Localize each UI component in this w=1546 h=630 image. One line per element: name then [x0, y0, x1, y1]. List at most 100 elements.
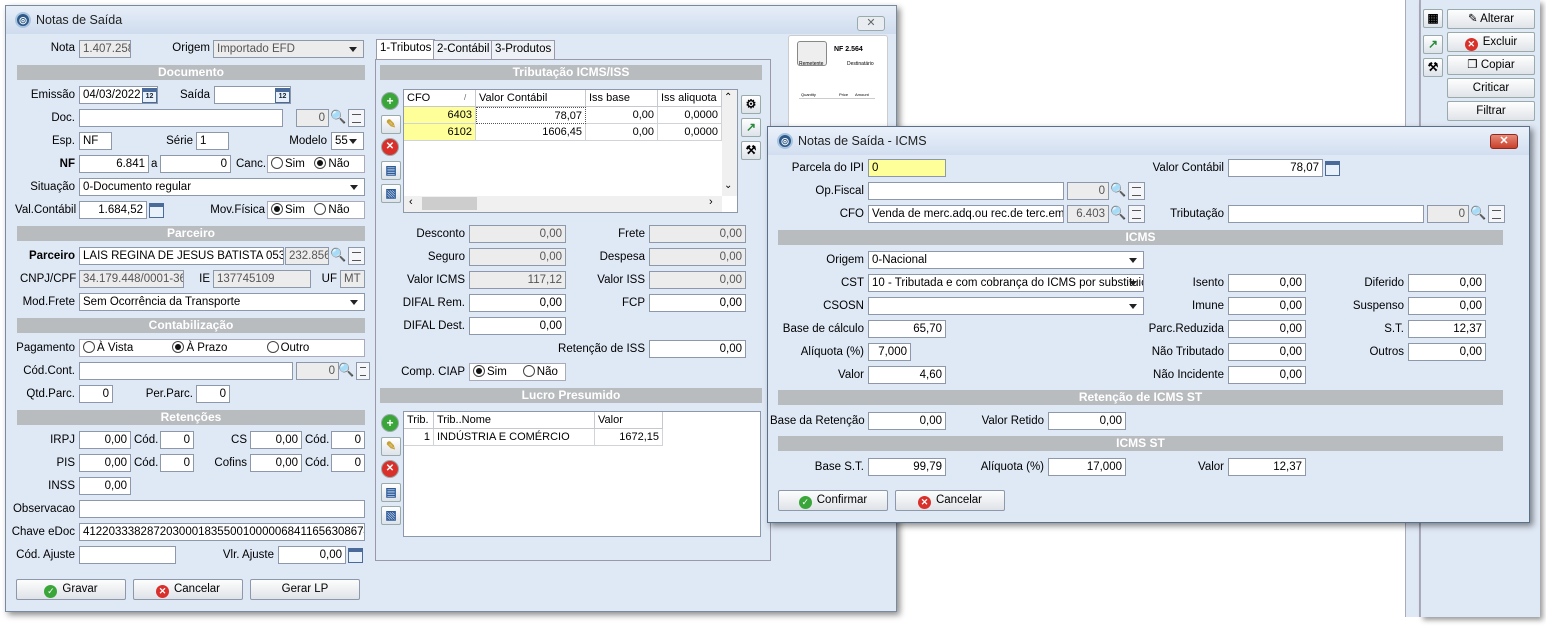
valor-contabil-field[interactable]: 78,07 [1228, 159, 1323, 177]
grid-cell-iss-base[interactable]: 0,00 [586, 107, 658, 124]
cnpj-field[interactable]: 34.179.448/0001-36 [79, 270, 184, 288]
movfisica-nao-radio[interactable] [314, 203, 327, 215]
settings-icon[interactable]: ⚙ [741, 95, 761, 114]
grid-view-icon[interactable]: ▦ [1423, 9, 1443, 28]
difal-rem-field[interactable]: 0,00 [469, 294, 566, 312]
chevron-down-icon[interactable]: ⌄ [724, 180, 732, 191]
calendar-icon[interactable]: 12 [142, 88, 157, 103]
parc-reduzida-field[interactable]: 0,00 [1228, 320, 1306, 338]
alterar-button[interactable]: ✎ Alterar [1447, 9, 1535, 29]
lucro-header-trib[interactable]: Trib. [404, 412, 434, 429]
gravar-button[interactable]: ✓ Gravar [16, 579, 126, 600]
observacao-field[interactable] [79, 500, 365, 518]
imune-field[interactable]: 0,00 [1228, 297, 1306, 315]
irpj-field[interactable]: 0,00 [79, 431, 131, 449]
grid-cell-iss-aliq[interactable]: 0,0000 [658, 124, 722, 141]
delete-icon[interactable]: ✕ [381, 460, 399, 478]
difal-dest-field[interactable]: 0,00 [469, 317, 566, 335]
nao-tributado-field[interactable]: 0,00 [1228, 343, 1306, 361]
grid-cell-iss-aliq[interactable]: 0,0000 [658, 107, 722, 124]
search-icon[interactable]: 🔍 [330, 109, 347, 127]
table-icon[interactable]: ▤ [381, 161, 401, 180]
calculator-icon[interactable] [1325, 161, 1340, 176]
pag-outro-radio[interactable] [266, 341, 279, 353]
list-icon[interactable] [348, 109, 365, 127]
grid-header-valor[interactable]: Valor Contábil [476, 90, 586, 107]
grid-cell-valor[interactable]: 78,07 [476, 107, 586, 124]
calendar-icon[interactable]: 12 [275, 88, 290, 103]
form-icon[interactable]: ▧ [381, 184, 401, 203]
base-st-field[interactable]: 99,79 [868, 458, 946, 476]
search-icon[interactable]: 🔍 [338, 362, 355, 380]
parcela-ipi-field[interactable]: 0 [868, 159, 946, 177]
search-icon[interactable]: 🔍 [1110, 182, 1127, 200]
canc-nao-radio[interactable] [314, 157, 327, 169]
grid-cell-valor[interactable]: 1606,45 [476, 124, 586, 141]
edit-icon[interactable]: ✎ [381, 437, 401, 456]
origem-select[interactable]: Importado EFD [213, 40, 364, 58]
valor-iss-field[interactable]: 0,00 [649, 271, 746, 289]
tool-icon[interactable]: ⚒ [741, 141, 761, 160]
lucro-header-nome[interactable]: Trib..Nome [434, 412, 595, 429]
doc-code-field[interactable]: 0 [296, 109, 329, 127]
grid-cell-cfo[interactable]: 6102 [404, 124, 476, 141]
nf-a-field[interactable]: 0 [160, 155, 231, 173]
cfo-field[interactable]: Venda de merc.adq.ou rec.de terc.em op [868, 205, 1064, 223]
seguro-field[interactable]: 0,00 [469, 248, 566, 266]
valor-field[interactable]: 4,60 [868, 366, 946, 384]
cst-select[interactable]: 10 - Tributada e com cobrança do ICMS po… [868, 274, 1144, 292]
situacao-select[interactable]: 0-Documento regular [79, 178, 365, 196]
aliquota-st-field[interactable]: 17,000 [1048, 458, 1126, 476]
irpj-cod-field[interactable]: 0 [160, 431, 194, 449]
movfisica-sim-radio[interactable] [271, 203, 283, 215]
cofins-field[interactable]: 0,00 [250, 454, 302, 472]
list-icon[interactable] [1128, 182, 1145, 200]
valcontabil-field[interactable]: 1.684,52 [79, 201, 147, 219]
add-icon[interactable]: + [381, 92, 399, 110]
op-fiscal-code-field[interactable]: 0 [1067, 182, 1109, 200]
list-icon[interactable] [348, 247, 365, 265]
pag-aprazo-radio[interactable] [172, 341, 185, 353]
lucro-cell-nome[interactable]: INDÚSTRIA E COMÉRCIO [434, 429, 595, 446]
esp-field[interactable]: NF [79, 132, 112, 150]
search-icon[interactable]: 🔍 [1470, 205, 1487, 223]
canc-sim-radio[interactable] [271, 157, 283, 169]
modelo-select[interactable]: 55 [331, 132, 364, 150]
cs-field[interactable]: 0,00 [250, 431, 302, 449]
inss-field[interactable]: 0,00 [79, 477, 131, 495]
filtrar-button[interactable]: Filtrar [1447, 101, 1535, 121]
retencao-iss-field[interactable]: 0,00 [649, 340, 746, 358]
pis-field[interactable]: 0,00 [79, 454, 131, 472]
aliquota-field[interactable]: 7,000 [868, 343, 911, 361]
copiar-button[interactable]: ❐ Copiar [1447, 55, 1535, 75]
frete-field[interactable]: 0,00 [649, 225, 746, 243]
despesa-field[interactable]: 0,00 [649, 248, 746, 266]
icms-close-button[interactable]: ✕ [1490, 134, 1518, 149]
tributacao-field[interactable] [1228, 205, 1424, 223]
lucro-cell-valor[interactable]: 1672,15 [595, 429, 663, 446]
add-icon[interactable]: + [381, 414, 399, 432]
serie-field[interactable]: 1 [196, 132, 229, 150]
cs-cod-field[interactable]: 0 [331, 431, 365, 449]
list-icon[interactable] [1488, 205, 1505, 223]
diferido-field[interactable]: 0,00 [1408, 274, 1486, 292]
list-icon[interactable] [1128, 205, 1145, 223]
origem-select[interactable]: 0-Nacional [868, 251, 1144, 269]
search-icon[interactable]: 🔍 [1110, 205, 1127, 223]
base-calculo-field[interactable]: 65,70 [868, 320, 946, 338]
list-icon[interactable] [356, 362, 370, 380]
criticar-button[interactable]: Criticar [1447, 78, 1535, 98]
modfrete-select[interactable]: Sem Ocorrência da Transporte [79, 293, 365, 311]
nao-incidente-field[interactable]: 0,00 [1228, 366, 1306, 384]
cofins-cod-field[interactable]: 0 [331, 454, 365, 472]
tool-icon[interactable]: ⚒ [1423, 58, 1443, 77]
st-field[interactable]: 12,37 [1408, 320, 1486, 338]
ciap-sim-radio[interactable] [473, 365, 485, 377]
grid-cell-iss-base[interactable]: 0,00 [586, 124, 658, 141]
fcp-field[interactable]: 0,00 [649, 294, 746, 312]
desconto-field[interactable]: 0,00 [469, 225, 566, 243]
qtdparc-field[interactable]: 0 [79, 385, 113, 403]
pis-cod-field[interactable]: 0 [160, 454, 194, 472]
tab-contabil[interactable]: 2-Contábil [433, 40, 494, 59]
delete-icon[interactable]: ✕ [381, 138, 399, 156]
